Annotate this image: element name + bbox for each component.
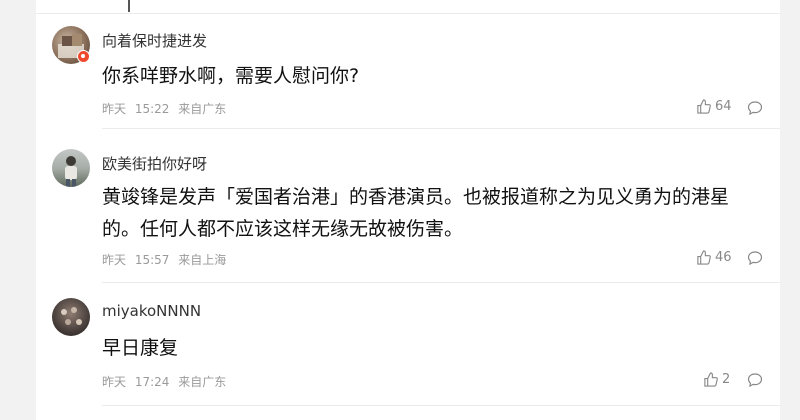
- comment-bubble-icon[interactable]: [747, 250, 763, 266]
- comment-location: 来自广东: [178, 102, 227, 116]
- like-count: 64: [715, 99, 732, 114]
- thumbs-up-icon: [697, 250, 711, 265]
- like-count: 2: [722, 372, 731, 387]
- avatar[interactable]: [52, 149, 90, 187]
- comment-item: miyakoNNNN 早日康复 昨天 17:24 来自广东 2: [36, 283, 780, 413]
- like-button[interactable]: 2: [703, 372, 730, 387]
- comment-text: 黄竣锋是发声「爱国者治港」的香港演员。也被报道称之为见义勇为的港星的。任何人都不…: [102, 186, 730, 240]
- comment-time: 15:57: [134, 253, 170, 267]
- username[interactable]: 欧美街拍你好呀: [102, 153, 207, 174]
- comment-location: 来自广东: [178, 375, 227, 389]
- thumbs-up-icon: [697, 99, 711, 114]
- comment-meta: 昨天 17:24 来自广东: [102, 373, 231, 390]
- username[interactable]: miyakoNNNN: [102, 302, 201, 320]
- avatar-image: [65, 156, 77, 187]
- avatar-image: [61, 307, 82, 325]
- comment-time: 17:24: [134, 375, 170, 389]
- comment-text: 早日康复: [102, 337, 179, 359]
- comment-bubble-icon[interactable]: [747, 100, 763, 116]
- comment-item: 欧美街拍你好呀 黄竣锋是发声「爱国者治港」的香港演员。也被报道称之为见义勇为的港…: [36, 130, 780, 283]
- avatar[interactable]: [52, 298, 90, 336]
- comment-date: 昨天: [102, 102, 127, 116]
- thumbs-up-icon: [704, 372, 718, 387]
- comment-location: 来自上海: [178, 253, 227, 267]
- comment-divider: [102, 405, 780, 406]
- verified-badge-icon: [77, 50, 90, 63]
- like-count: 46: [715, 250, 732, 265]
- comment-date: 昨天: [102, 253, 127, 267]
- comment-meta: 昨天 15:57 来自上海: [102, 251, 231, 268]
- username[interactable]: 向着保时捷进发: [102, 30, 207, 51]
- comment-time: 15:22: [134, 102, 170, 116]
- comment-date: 昨天: [102, 375, 127, 389]
- like-button[interactable]: 46: [696, 250, 732, 265]
- like-button[interactable]: 64: [696, 99, 732, 114]
- comment-meta: 昨天 15:22 来自广东: [102, 100, 231, 117]
- comment-bubble-icon[interactable]: [747, 372, 763, 388]
- comment-text: 你系咩野水啊，需要人慰问你?: [102, 65, 360, 87]
- comment-divider: [102, 128, 780, 129]
- comment-item: 向着保时捷进发 你系咩野水啊，需要人慰问你? 昨天 15:22 来自广东 64: [36, 0, 780, 130]
